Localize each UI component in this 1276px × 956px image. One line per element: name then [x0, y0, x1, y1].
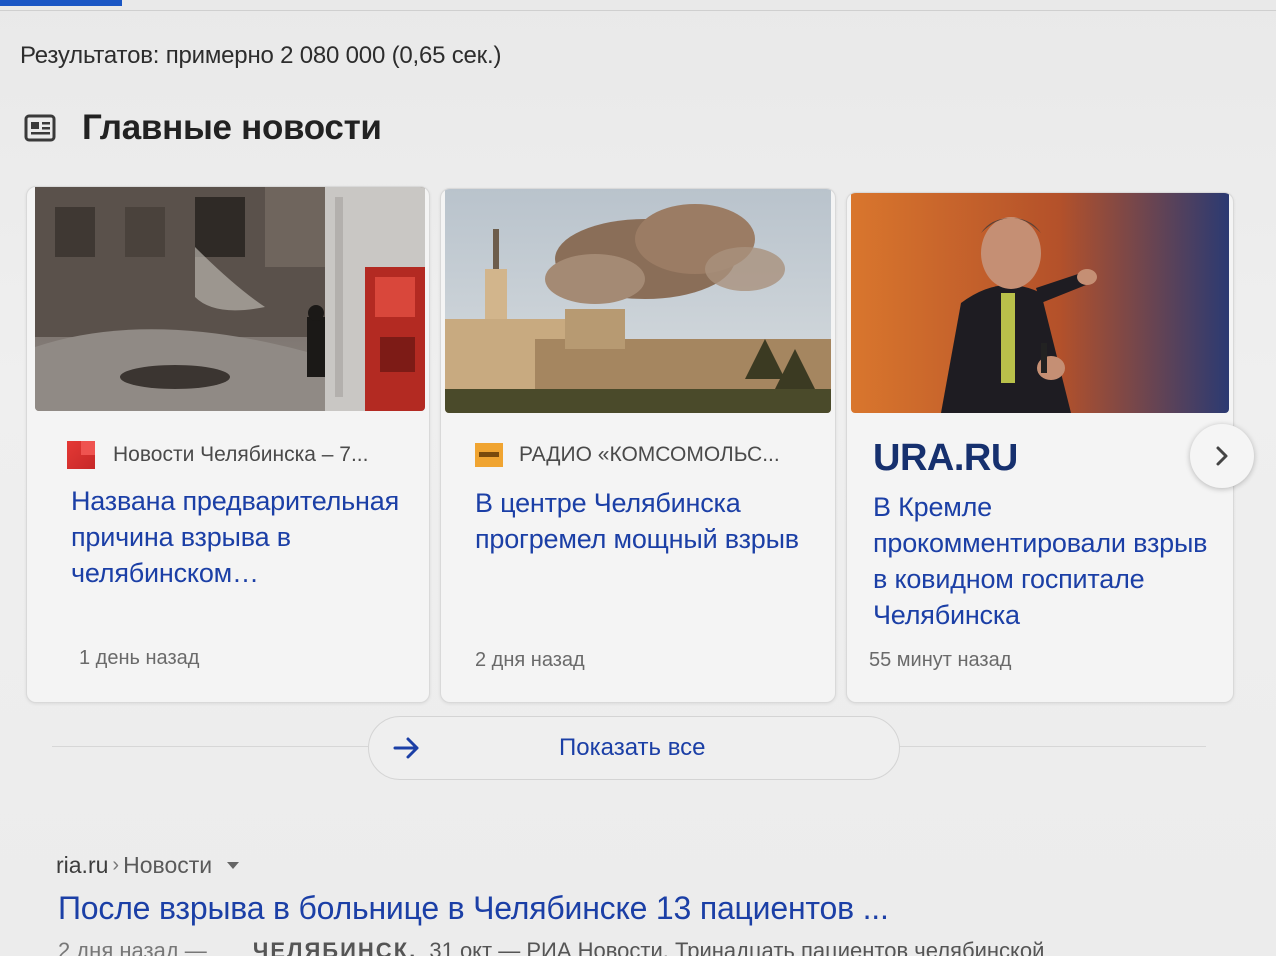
- caret-down-icon[interactable]: [226, 861, 240, 871]
- result-snippet: 2 дня назад — ЧЕЛЯБИНСК, 31 окт — РИА Но…: [58, 938, 1044, 956]
- arrow-right-icon: [393, 737, 419, 759]
- news-source: РАДИО «КОМСОМОЛЬС...: [475, 443, 780, 467]
- show-all-label: Показать все: [559, 734, 706, 761]
- result-title-link[interactable]: После взрыва в больнице в Челябинске 13 …: [58, 890, 889, 927]
- news-thumbnail[interactable]: [851, 193, 1229, 413]
- show-all-button[interactable]: Показать все: [368, 716, 900, 780]
- news-timestamp: 1 день назад: [79, 647, 200, 669]
- result-domain[interactable]: ria.ru: [56, 852, 108, 879]
- divider-line: [52, 746, 368, 747]
- news-card[interactable]: РАДИО «КОМСОМОЛЬС... В центре Челябинска…: [440, 188, 836, 703]
- news-thumbnail[interactable]: [445, 189, 831, 413]
- results-stats: Результатов: примерно 2 080 000 (0,65 се…: [20, 42, 502, 69]
- ura-logo: URA.RU: [873, 437, 1018, 479]
- active-tab-indicator: [0, 0, 122, 6]
- news-thumbnail[interactable]: [35, 187, 425, 411]
- news-headline[interactable]: В центре Челябинска прогремел мощный взр…: [475, 485, 805, 557]
- section-title: Главные новости: [82, 108, 382, 147]
- snippet-text: 31 окт — РИА Новости. Тринадцать пациент…: [429, 938, 1045, 956]
- breadcrumb-path[interactable]: Новости: [123, 852, 212, 879]
- news-headline[interactable]: В Кремле прокомментировали взрыв в ковид…: [873, 489, 1223, 633]
- source-name: Новости Челябинска – 7...: [113, 443, 369, 466]
- news-icon: [24, 114, 56, 142]
- news-source: URA.RU: [873, 437, 1018, 480]
- breadcrumb[interactable]: ria.ru › Новости: [56, 852, 240, 879]
- source-logo-icon: [475, 443, 503, 467]
- news-timestamp: 2 дня назад: [475, 649, 585, 671]
- breadcrumb-separator: ›: [112, 854, 120, 876]
- snippet-date: 2 дня назад —: [58, 938, 207, 956]
- snippet-city: ЧЕЛЯБИНСК,: [252, 938, 418, 956]
- news-source: Новости Челябинска – 7...: [67, 441, 368, 469]
- chevron-right-icon: [1216, 446, 1228, 466]
- source-name: РАДИО «КОМСОМОЛЬС...: [519, 443, 780, 466]
- carousel-next-button[interactable]: [1190, 424, 1254, 488]
- news-card[interactable]: Новости Челябинска – 7... Названа предва…: [26, 186, 430, 703]
- news-headline[interactable]: Названа предварительная причина взрыва в…: [71, 483, 401, 591]
- top-divider: [0, 10, 1276, 11]
- divider-line: [898, 746, 1206, 747]
- news-card[interactable]: URA.RU В Кремле прокомментировали взрыв …: [846, 192, 1234, 703]
- news-timestamp: 55 минут назад: [869, 649, 1012, 671]
- search-results-page: Результатов: примерно 2 080 000 (0,65 се…: [0, 0, 1276, 956]
- source-logo-icon: [67, 441, 95, 469]
- top-stories-header: Главные новости: [24, 108, 382, 148]
